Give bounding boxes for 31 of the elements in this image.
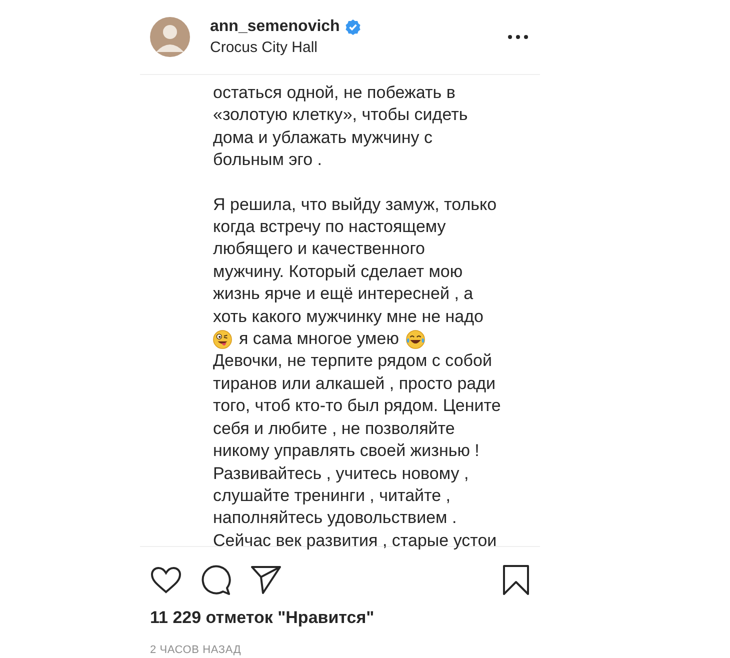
caption-line: больным эго . xyxy=(213,149,322,172)
caption-line: когда встречу по настоящему xyxy=(213,216,446,238)
likes-count[interactable]: 11 229 отметок "Нравится" xyxy=(150,608,374,628)
caption-line: Девочки, не терпите рядом с собой xyxy=(213,350,492,372)
caption-line: тиранов или алкашей , просто ради xyxy=(213,372,496,395)
caption-line: дома и ублажать мужчину с xyxy=(213,126,433,149)
winking-face-icon xyxy=(213,330,232,349)
caption-line: жизнь ярче и ещё интересней , а xyxy=(213,283,474,306)
more-options-icon[interactable] xyxy=(508,35,528,39)
bookmark-icon[interactable] xyxy=(502,564,530,596)
caption-line: наполняйтесь удовольствием . xyxy=(213,507,457,530)
caption-line: Сейчас век развития , старые устои xyxy=(213,530,497,552)
caption-line: мужчину. Который сделает мою xyxy=(213,260,463,283)
share-icon[interactable] xyxy=(250,565,282,595)
caption-line: слушайте тренинги , читайте , xyxy=(213,484,451,507)
caption-line: я сама многое умею xyxy=(239,328,399,350)
laughing-face-icon xyxy=(406,330,425,349)
avatar[interactable] xyxy=(150,17,190,57)
heart-icon[interactable] xyxy=(150,566,182,594)
caption-line: того, чтоб кто-то был рядом. Цените xyxy=(213,395,501,418)
caption-line: «золотую клетку», чтобы сидеть xyxy=(213,104,468,126)
caption-line: Развивайтесь , учитесь новому , xyxy=(213,462,469,484)
caption-line: никому управлять своей жизнью ! xyxy=(213,440,480,462)
caption-line: Я решила, что выйду замуж, только xyxy=(213,194,497,216)
comment-icon[interactable] xyxy=(200,564,232,596)
caption-line: остаться одной, не побежать в xyxy=(213,82,456,104)
username[interactable]: ann_semenovich xyxy=(210,18,340,36)
caption-line: любящего и качественного xyxy=(213,238,426,260)
caption-line: хоть какого мужчинку мне не надо xyxy=(213,306,484,328)
caption-line: себя и любите , не позволяйте xyxy=(213,418,455,440)
location-link[interactable]: Crocus City Hall xyxy=(210,39,508,56)
